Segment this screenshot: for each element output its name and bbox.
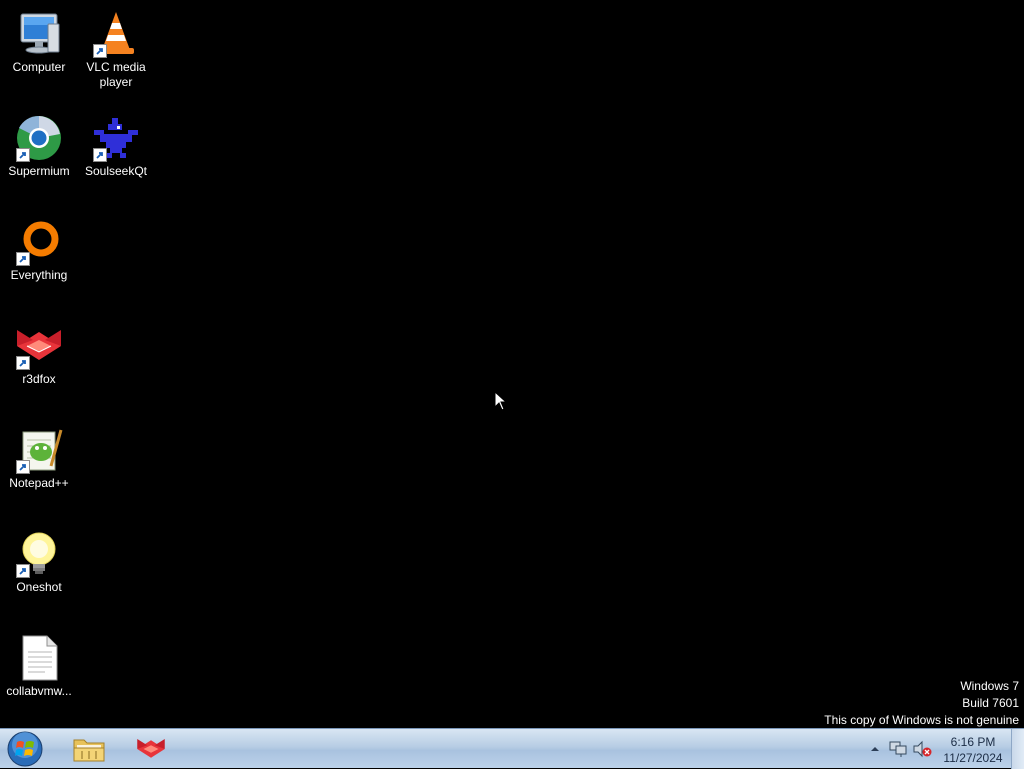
desktop-icon-computer[interactable]: Computer: [1, 2, 77, 98]
watermark-os: Windows 7: [960, 679, 1019, 693]
system-tray: [866, 729, 932, 769]
desktop-icon-label: Computer: [12, 60, 66, 74]
shortcut-arrow-icon: [16, 564, 30, 578]
desktop-icon-collabvm-file[interactable]: collabvmw...: [1, 626, 77, 722]
taskbar-explorer-button[interactable]: [62, 731, 116, 767]
folder-icon: [73, 739, 105, 762]
windows-watermark: Windows 7 Build 7601 This copy of Window…: [824, 678, 1019, 729]
desktop-icon-label: SoulseekQt: [84, 164, 148, 178]
watermark-genuine-notice: This copy of Windows is not genuine: [824, 713, 1019, 727]
show-hidden-icons[interactable]: [866, 741, 884, 757]
desktop-icon-label: Supermium: [8, 164, 70, 178]
desktop-icon-soulseekqt[interactable]: SoulseekQt: [78, 106, 154, 202]
desktop-icon-label: Everything: [10, 268, 68, 282]
shortcut-arrow-icon: [16, 460, 30, 474]
desktop-icon-label: Oneshot: [16, 580, 62, 594]
shortcut-arrow-icon: [93, 148, 107, 162]
start-button[interactable]: [5, 730, 45, 768]
network-icon[interactable]: [888, 740, 908, 758]
desktop-icon-label: VLC media player: [86, 60, 146, 89]
windows-orb-icon: [7, 731, 43, 767]
computer-icon: [20, 13, 60, 54]
clock-time: 6:16 PM: [950, 735, 996, 749]
shortcut-arrow-icon: [16, 148, 30, 162]
desktop-icon-oneshot[interactable]: Oneshot: [1, 522, 77, 618]
volume-muted-icon[interactable]: [912, 740, 932, 758]
text-file-icon: [22, 635, 58, 681]
desktop-icon-notepadpp[interactable]: Notepad++: [1, 418, 77, 514]
show-desktop-button[interactable]: [1011, 729, 1024, 769]
desktop-icon-r3dfox[interactable]: r3dfox: [1, 314, 77, 410]
desktop-icon-label: collabvmw...: [6, 684, 72, 698]
shortcut-arrow-icon: [16, 252, 30, 266]
desktop[interactable]: Computer VLC media player Supermium Soul…: [0, 0, 1024, 728]
desktop-icon-label: r3dfox: [22, 372, 56, 386]
taskbar-clock[interactable]: 6:16 PM 11/27/2024: [934, 734, 1012, 766]
mouse-cursor-icon: [494, 391, 508, 411]
taskbar-r3dfox-button[interactable]: [124, 731, 178, 767]
desktop-icon-everything[interactable]: Everything: [1, 210, 77, 306]
r3dfox-icon: [137, 739, 165, 758]
taskbar: 6:16 PM 11/27/2024: [0, 728, 1024, 769]
desktop-icon-vlc[interactable]: VLC media player: [78, 2, 154, 98]
shortcut-arrow-icon: [93, 44, 107, 58]
shortcut-arrow-icon: [16, 356, 30, 370]
watermark-build: Build 7601: [962, 696, 1019, 710]
desktop-icon-label: Notepad++: [9, 476, 69, 490]
clock-date: 11/27/2024: [943, 751, 1003, 765]
desktop-icon-supermium[interactable]: Supermium: [1, 106, 77, 202]
